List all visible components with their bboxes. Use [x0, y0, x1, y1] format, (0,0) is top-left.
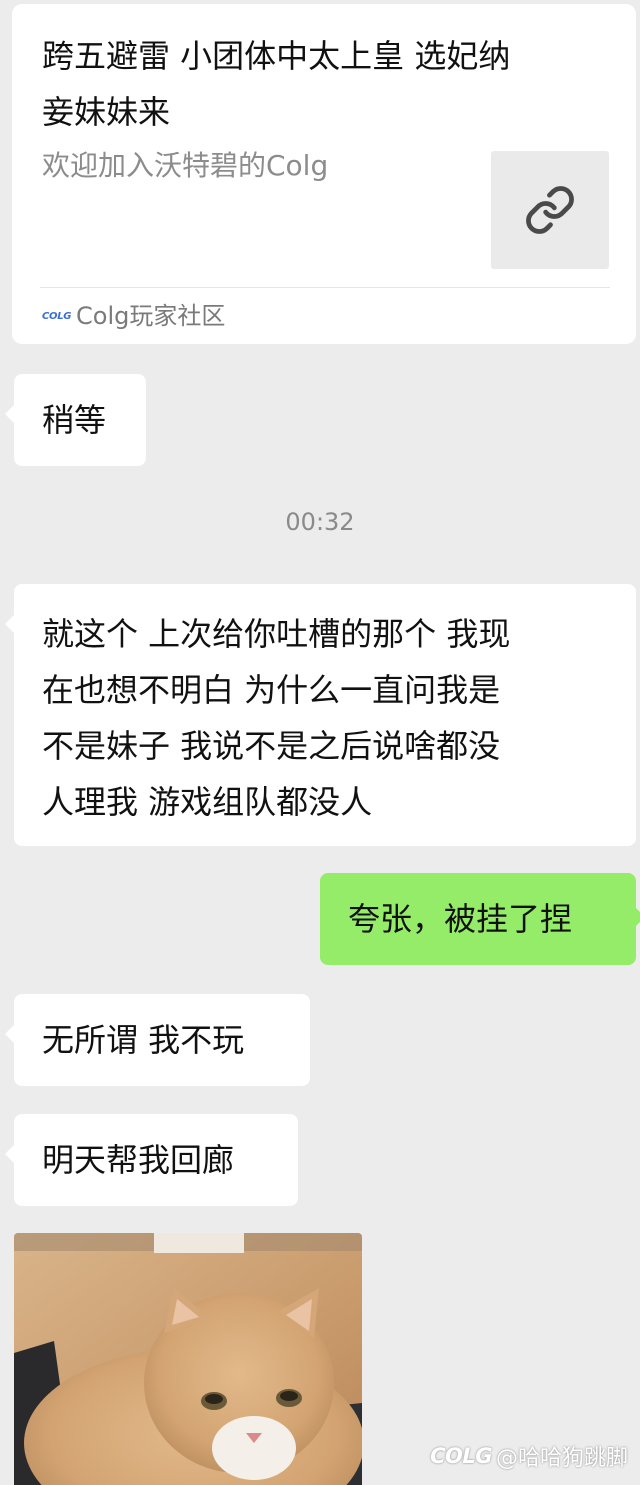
- message-bubble-outgoing[interactable]: 夸张，被挂了捏: [320, 873, 640, 965]
- link-title-line: 妾妹妹来: [42, 93, 171, 131]
- link-description: 欢迎加入沃特碧的Colg: [42, 149, 329, 182]
- cat-sticker-image[interactable]: [14, 1233, 362, 1485]
- link-icon: [526, 186, 574, 234]
- message-text: 人理我 游戏组队都没人: [42, 783, 373, 821]
- source-logo: COLG: [42, 311, 72, 322]
- link-title-line: 跨五避雷 小团体中太上皇 选妃纳: [42, 37, 511, 75]
- message-bubble-incoming[interactable]: 无所谓 我不玩: [5, 994, 310, 1086]
- message-text: 在也想不明白 为什么一直问我是: [42, 671, 501, 709]
- shared-link-card[interactable]: 跨五避雷 小团体中太上皇 选妃纳 妾妹妹来 欢迎加入沃特碧的Colg COLG …: [12, 4, 636, 344]
- watermark: COLG @哈哈狗跳脚: [430, 1436, 628, 1476]
- message-bubble-incoming[interactable]: 就这个 上次给你吐槽的那个 我现 在也想不明白 为什么一直问我是 不是妹子 我说…: [5, 584, 636, 846]
- watermark-logo: COLG: [430, 1444, 492, 1468]
- chat-timestamp: 00:32: [285, 508, 355, 536]
- message-text: 不是妹子 我说不是之后说啥都没: [42, 727, 501, 765]
- watermark-handle: @哈哈狗跳脚: [495, 1446, 628, 1471]
- source-name: Colg玩家社区: [76, 302, 226, 330]
- message-text: 明天帮我回廊: [42, 1141, 235, 1179]
- message-bubble-incoming[interactable]: 明天帮我回廊: [5, 1114, 298, 1206]
- link-thumbnail: [491, 151, 609, 269]
- message-text: 就这个 上次给你吐槽的那个 我现: [42, 615, 511, 653]
- message-bubble-incoming[interactable]: 稍等: [5, 374, 146, 466]
- message-text: 夸张，被挂了捏: [348, 900, 573, 938]
- message-text: 无所谓 我不玩: [42, 1021, 245, 1059]
- link-card-divider: [40, 287, 610, 288]
- link-title: 跨五避雷 小团体中太上皇 选妃纳 妾妹妹来: [42, 28, 617, 140]
- message-text: 稍等: [42, 401, 107, 439]
